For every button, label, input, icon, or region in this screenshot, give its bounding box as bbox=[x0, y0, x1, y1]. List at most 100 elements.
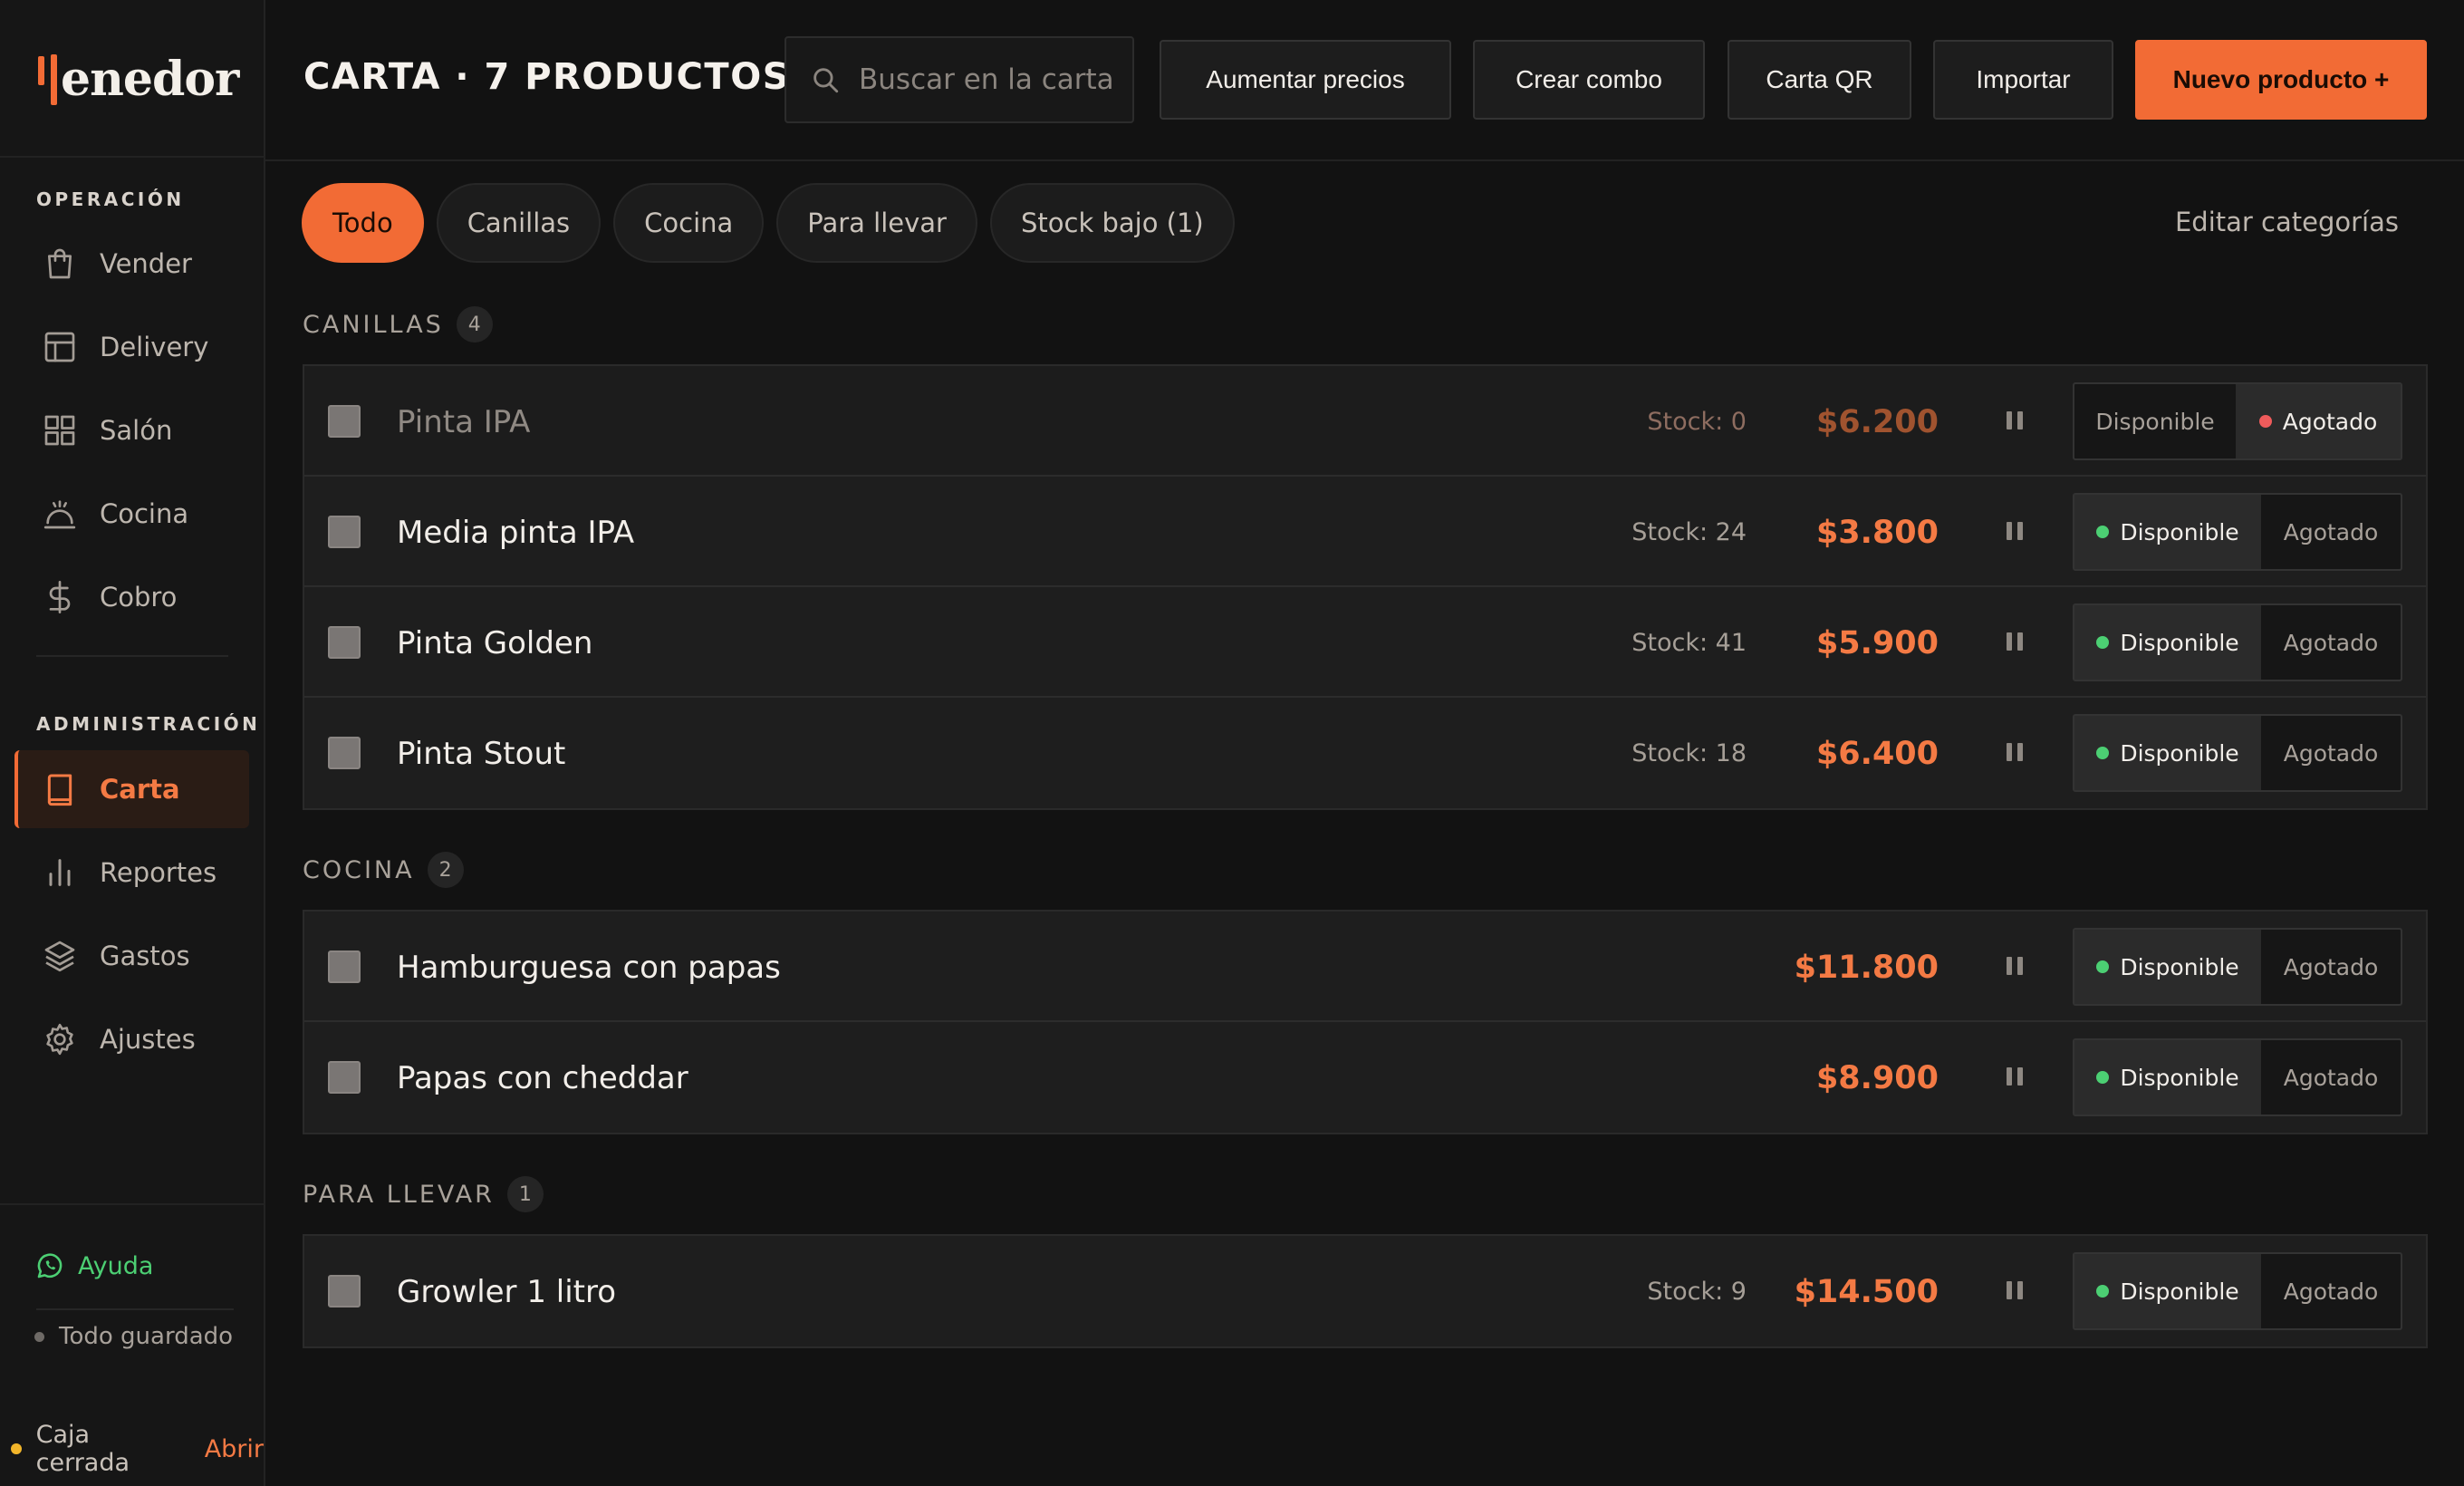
open-register-link[interactable]: Abrir bbox=[205, 1435, 264, 1463]
pause-icon[interactable] bbox=[2000, 738, 2029, 767]
whatsapp-icon bbox=[34, 1250, 65, 1281]
select-checkbox[interactable] bbox=[328, 950, 361, 983]
product-price[interactable]: $6.200 bbox=[1816, 404, 1939, 440]
product-stock: Stock: 0 bbox=[1647, 408, 1747, 436]
soldout-option[interactable]: Agotado bbox=[2261, 1040, 2401, 1114]
search-input[interactable] bbox=[859, 63, 1121, 96]
raise-prices-button[interactable]: Aumentar precios bbox=[1160, 40, 1451, 120]
sidebar-item-cobro[interactable]: Cobro bbox=[14, 558, 249, 636]
sidebar-item-gastos[interactable]: Gastos bbox=[14, 917, 249, 995]
tab-stock-bajo[interactable]: Stock bajo (1) bbox=[989, 183, 1235, 263]
available-option[interactable]: Disponible bbox=[2074, 930, 2261, 1004]
gear-icon bbox=[40, 1019, 80, 1059]
app-logo[interactable]: enedor bbox=[38, 51, 239, 109]
available-option[interactable]: Disponible bbox=[2074, 716, 2261, 790]
available-option[interactable]: Disponible bbox=[2074, 1040, 2261, 1114]
sidebar-item-delivery[interactable]: Delivery bbox=[14, 308, 249, 386]
sidebar-item-label: Cocina bbox=[100, 498, 189, 529]
group-title: CANILLAS bbox=[303, 310, 444, 339]
select-checkbox[interactable] bbox=[328, 626, 361, 659]
product-name[interactable]: Growler 1 litro bbox=[397, 1274, 616, 1310]
divider bbox=[36, 1308, 234, 1310]
new-product-button[interactable]: Nuevo producto + bbox=[2135, 40, 2427, 120]
soldout-option[interactable]: Agotado bbox=[2261, 495, 2401, 569]
product-price[interactable]: $3.800 bbox=[1816, 515, 1939, 551]
availability-toggle: Disponible Agotado bbox=[2073, 493, 2402, 571]
available-option[interactable]: Disponible bbox=[2074, 605, 2261, 680]
available-option[interactable]: Disponible bbox=[2074, 1254, 2261, 1328]
available-option[interactable]: Disponible bbox=[2074, 495, 2261, 569]
product-name[interactable]: Pinta IPA bbox=[397, 404, 530, 440]
sidebar-item-label: Reportes bbox=[100, 857, 217, 888]
soldout-option[interactable]: Agotado bbox=[2261, 1254, 2401, 1328]
product-name[interactable]: Pinta Stout bbox=[397, 736, 565, 772]
sidebar-item-reportes[interactable]: Reportes bbox=[14, 834, 249, 912]
select-checkbox[interactable] bbox=[328, 516, 361, 548]
available-label: Disponible bbox=[2120, 629, 2239, 656]
help-link[interactable]: Ayuda bbox=[34, 1250, 153, 1281]
product-name[interactable]: Papas con cheddar bbox=[397, 1060, 688, 1096]
pause-icon[interactable] bbox=[2000, 627, 2029, 656]
group-count-badge: 1 bbox=[506, 1176, 544, 1212]
sidebar-item-label: Ajustes bbox=[100, 1024, 196, 1055]
sidebar-item-label: Cobro bbox=[100, 582, 178, 613]
group-count-badge: 4 bbox=[456, 306, 493, 343]
product-group-para-llevar: Growler 1 litro Stock: 9 $14.500 Disponi… bbox=[303, 1234, 2428, 1348]
pause-icon[interactable] bbox=[2000, 1276, 2029, 1305]
qr-menu-button[interactable]: Carta QR bbox=[1728, 40, 1911, 120]
edit-categories-link[interactable]: Editar categorías bbox=[2175, 207, 2399, 237]
sidebar-item-label: Carta bbox=[100, 774, 180, 805]
product-price[interactable]: $8.900 bbox=[1816, 1060, 1939, 1096]
product-name[interactable]: Media pinta IPA bbox=[397, 515, 634, 551]
group-title: PARA LLEVAR bbox=[303, 1180, 495, 1209]
divider bbox=[0, 1203, 265, 1205]
sidebar-item-ajustes[interactable]: Ajustes bbox=[14, 1000, 249, 1078]
sidebar-item-cocina[interactable]: Cocina bbox=[14, 475, 249, 553]
import-button[interactable]: Importar bbox=[1933, 40, 2113, 120]
select-checkbox[interactable] bbox=[328, 1275, 361, 1307]
soldout-label: Agotado bbox=[2283, 739, 2379, 767]
product-name[interactable]: Pinta Golden bbox=[397, 625, 592, 661]
soldout-label: Agotado bbox=[2283, 1278, 2379, 1305]
search-icon bbox=[810, 64, 841, 95]
soldout-option[interactable]: Agotado bbox=[2261, 605, 2401, 680]
pause-icon[interactable] bbox=[2000, 1062, 2029, 1091]
select-checkbox[interactable] bbox=[328, 737, 361, 769]
soldout-option[interactable]: Agotado bbox=[2236, 384, 2401, 458]
search-box[interactable] bbox=[784, 36, 1134, 123]
product-price[interactable]: $11.800 bbox=[1795, 950, 1939, 986]
select-checkbox[interactable] bbox=[328, 405, 361, 438]
product-row: Papas con cheddar $8.900 Disponible Agot… bbox=[304, 1022, 2426, 1133]
soldout-label: Agotado bbox=[2282, 408, 2378, 435]
product-price[interactable]: $14.500 bbox=[1795, 1274, 1939, 1310]
product-row: Pinta Golden Stock: 41 $5.900 Disponible… bbox=[304, 587, 2426, 698]
create-combo-button[interactable]: Crear combo bbox=[1473, 40, 1705, 120]
cloche-icon bbox=[40, 494, 80, 534]
select-checkbox[interactable] bbox=[328, 1061, 361, 1094]
product-name[interactable]: Hamburguesa con papas bbox=[397, 950, 781, 986]
soldout-option[interactable]: Agotado bbox=[2261, 716, 2401, 790]
available-option[interactable]: Disponible bbox=[2074, 384, 2236, 458]
pause-icon[interactable] bbox=[2000, 951, 2029, 980]
sidebar-item-salon[interactable]: Salón bbox=[14, 391, 249, 469]
status-dot bbox=[2096, 526, 2110, 538]
product-row: Pinta Stout Stock: 18 $6.400 Disponible … bbox=[304, 698, 2426, 808]
tab-todo[interactable]: Todo bbox=[302, 183, 424, 263]
pause-icon[interactable] bbox=[2000, 406, 2029, 435]
tab-cocina[interactable]: Cocina bbox=[613, 183, 765, 263]
tab-para-llevar[interactable]: Para llevar bbox=[776, 183, 977, 263]
soldout-option[interactable]: Agotado bbox=[2261, 930, 2401, 1004]
tab-canillas[interactable]: Canillas bbox=[436, 183, 602, 263]
divider bbox=[0, 156, 265, 158]
dollar-icon bbox=[40, 577, 80, 617]
available-label: Disponible bbox=[2120, 1278, 2239, 1305]
pause-icon[interactable] bbox=[2000, 516, 2029, 545]
product-price[interactable]: $5.900 bbox=[1816, 625, 1939, 661]
sidebar-item-carta[interactable]: Carta bbox=[14, 750, 249, 828]
save-status: Todo guardado bbox=[34, 1323, 233, 1350]
sidebar-item-label: Salón bbox=[100, 415, 173, 446]
sidebar-item-vender[interactable]: Vender bbox=[14, 225, 249, 303]
status-dot bbox=[11, 1443, 22, 1454]
group-header-canillas: CANILLAS 4 bbox=[303, 306, 493, 343]
product-price[interactable]: $6.400 bbox=[1816, 736, 1939, 772]
